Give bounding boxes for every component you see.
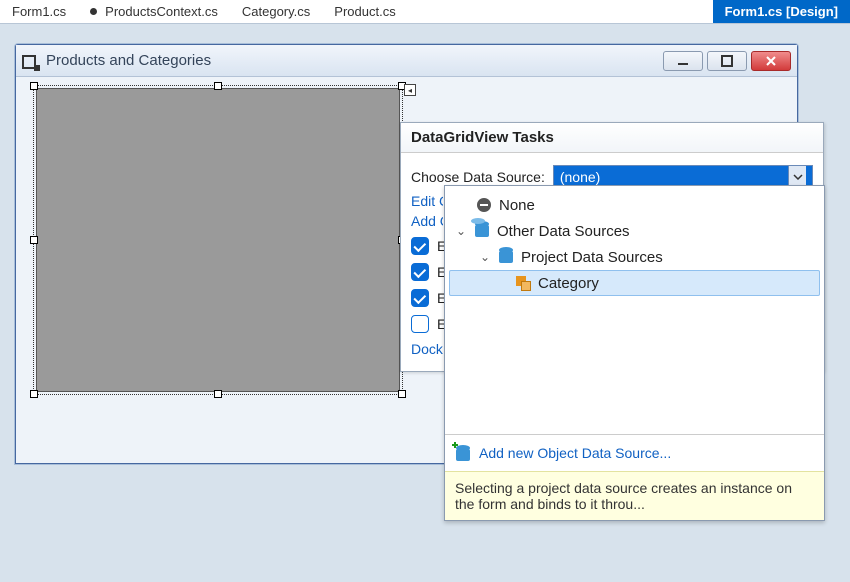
- datasource-tree: None ⌄ Other Data Sources ⌄ Project Data…: [445, 186, 824, 434]
- minimize-button[interactable]: [663, 51, 703, 71]
- smart-tag-glyph[interactable]: ◂: [404, 84, 416, 96]
- dirty-dot-icon: [90, 8, 97, 15]
- add-object-datasource-link[interactable]: Add new Object Data Source...: [445, 434, 824, 471]
- category-datasource-node[interactable]: Category: [449, 270, 820, 296]
- tab-label: Form1.cs [Design]: [725, 4, 838, 19]
- tab-form1-cs[interactable]: Form1.cs: [0, 0, 78, 23]
- class-icon: [514, 274, 532, 292]
- resize-handle[interactable]: [214, 82, 222, 90]
- enable-adding-checkbox[interactable]: [411, 237, 429, 255]
- tasks-header: DataGridView Tasks: [401, 123, 823, 153]
- enable-reorder-checkbox[interactable]: [411, 315, 429, 333]
- resize-handle[interactable]: [30, 390, 38, 398]
- add-column-link[interactable]: Add Column...: [411, 213, 443, 229]
- datagridview-control[interactable]: [36, 88, 400, 392]
- database-stack-icon: [473, 222, 491, 240]
- datasource-none-node[interactable]: None: [449, 192, 820, 218]
- other-data-sources-node[interactable]: ⌄ Other Data Sources: [449, 218, 820, 244]
- node-label: Other Data Sources: [497, 223, 630, 240]
- project-data-sources-node[interactable]: ⌄ Project Data Sources: [449, 244, 820, 270]
- datagridview-selection[interactable]: ◂: [33, 85, 403, 395]
- resize-handle[interactable]: [30, 82, 38, 90]
- node-label: None: [499, 197, 535, 214]
- node-label: Project Data Sources: [521, 249, 663, 266]
- form-title: Products and Categories: [46, 52, 211, 69]
- tab-category-cs[interactable]: Category.cs: [230, 0, 322, 23]
- database-icon: [497, 248, 515, 266]
- smart-tasks-panel: DataGridView Tasks Choose Data Source: (…: [400, 122, 824, 372]
- dock-link[interactable]: Dock in Parent Container: [411, 341, 443, 357]
- enable-editing-checkbox[interactable]: [411, 263, 429, 281]
- form-icon: [22, 53, 38, 69]
- datasource-hint: Selecting a project data source creates …: [445, 471, 824, 520]
- maximize-button[interactable]: [707, 51, 747, 71]
- edit-columns-link[interactable]: Edit Columns...: [411, 193, 443, 209]
- tab-form1-design[interactable]: Form1.cs [Design]: [713, 0, 850, 23]
- node-label: Category: [538, 275, 599, 292]
- expander-icon[interactable]: ⌄: [479, 250, 491, 264]
- tab-product-cs[interactable]: Product.cs: [322, 0, 407, 23]
- datasource-dropdown: None ⌄ Other Data Sources ⌄ Project Data…: [444, 185, 825, 521]
- form-titlebar[interactable]: Products and Categories: [16, 45, 797, 77]
- close-button[interactable]: [751, 51, 791, 71]
- resize-handle[interactable]: [30, 236, 38, 244]
- resize-handle[interactable]: [214, 390, 222, 398]
- add-link-label: Add new Object Data Source...: [479, 445, 671, 461]
- none-icon: [475, 196, 493, 214]
- tab-label: Form1.cs: [12, 4, 66, 19]
- expander-icon[interactable]: ⌄: [455, 224, 467, 238]
- resize-handle[interactable]: [398, 390, 406, 398]
- designer-surface: Products and Categories ◂ D: [0, 24, 850, 582]
- document-tab-bar: Form1.cs ProductsContext.cs Category.cs …: [0, 0, 850, 24]
- tab-label: ProductsContext.cs: [105, 4, 218, 19]
- add-database-icon: [453, 445, 471, 461]
- tab-label: Product.cs: [334, 4, 395, 19]
- choose-datasource-label: Choose Data Source:: [411, 169, 545, 185]
- enable-deleting-checkbox[interactable]: [411, 289, 429, 307]
- tab-label: Category.cs: [242, 4, 310, 19]
- tab-productscontext-cs[interactable]: ProductsContext.cs: [78, 0, 230, 23]
- datasource-selected-value: (none): [560, 169, 600, 185]
